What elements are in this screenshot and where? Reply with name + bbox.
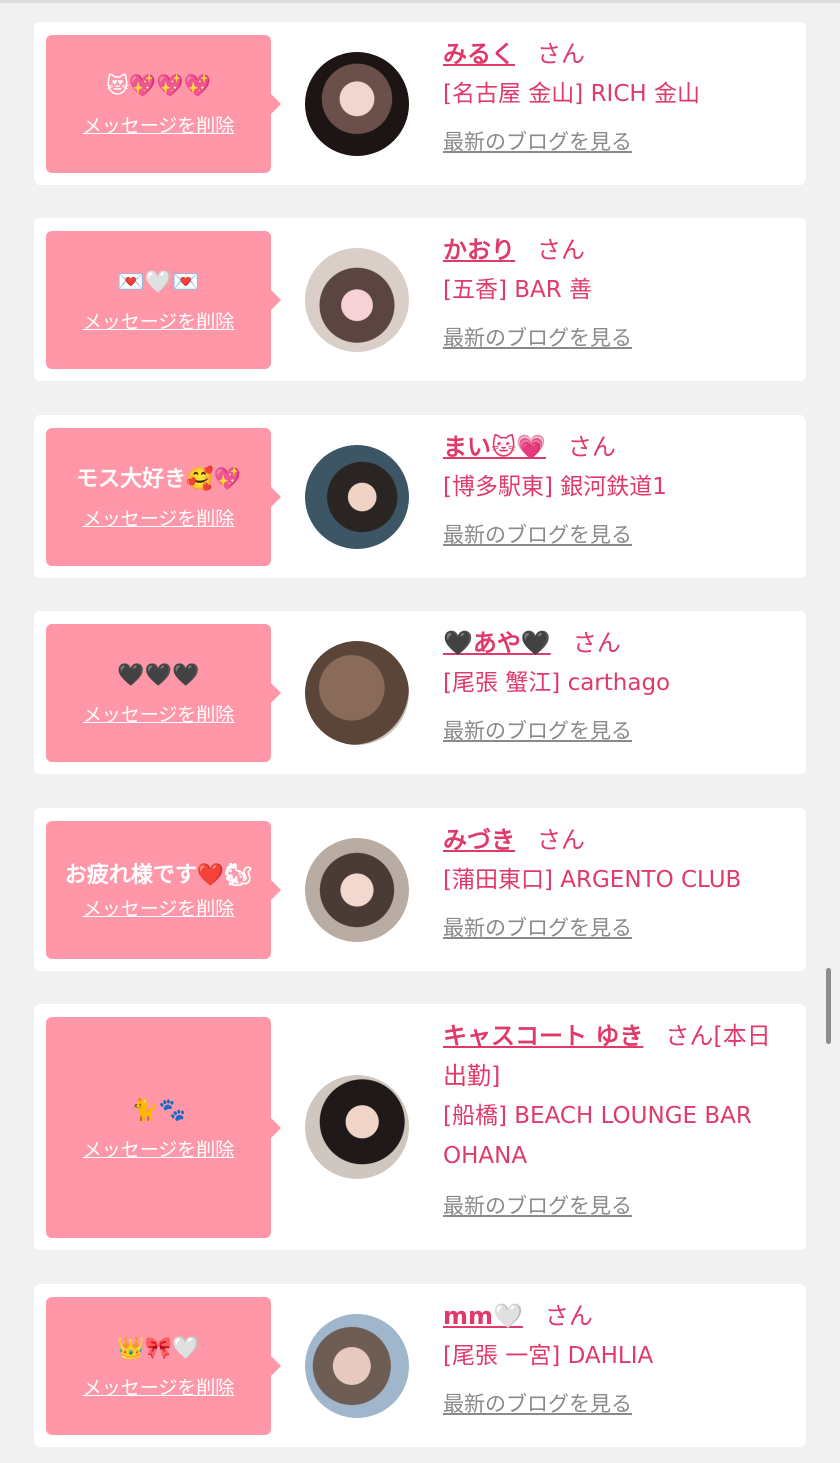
avatar[interactable] [305, 52, 409, 156]
profile-name-link[interactable]: まい🐱💗 [443, 433, 546, 461]
top-divider [0, 0, 840, 3]
message-bubble: 😻💖💖💖 メッセージを削除 [46, 35, 281, 173]
shop-label: [名古屋 金山] RICH 金山 [443, 81, 700, 107]
message-text: モス大好き🥰💖 [76, 467, 241, 492]
message-card: 🐈🐾 メッセージを削除 キャスコート ゆき さん[本日出勤] [船橋] BEACH… [34, 1004, 806, 1250]
profile-name-link[interactable]: みづき [443, 826, 515, 854]
profile-name-link[interactable]: キャスコート ゆき [443, 1022, 643, 1050]
shop-label: [博多駅東] 銀河鉄道1 [443, 474, 667, 500]
message-bubble: 💌🤍💌 メッセージを削除 [46, 231, 281, 369]
message-card: モス大好き🥰💖 メッセージを削除 まい🐱💗 さん [博多駅東] 銀河鉄道1 最新の… [34, 415, 806, 578]
honorific: さん [544, 1302, 593, 1330]
latest-blog-link[interactable]: 最新のブログを見る [443, 1388, 632, 1418]
latest-blog-link[interactable]: 最新のブログを見る [443, 126, 632, 156]
message-text: 🖤🖤🖤 [117, 663, 200, 688]
message-text: お疲れ様です❤️🐿 [64, 863, 253, 888]
latest-blog-link[interactable]: 最新のブログを見る [443, 1190, 632, 1220]
message-bubble: モス大好き🥰💖 メッセージを削除 [46, 428, 281, 566]
profile-info: 🖤あや🖤 さん [尾張 蟹江] carthago 最新のブログを見る [443, 623, 793, 745]
message-text: 💌🤍💌 [117, 270, 200, 295]
message-card: 😻💖💖💖 メッセージを削除 みるく さん [名古屋 金山] RICH 金山 最新の… [34, 22, 806, 185]
scrollbar[interactable] [826, 968, 831, 1044]
profile-info: まい🐱💗 さん [博多駅東] 銀河鉄道1 最新のブログを見る [443, 427, 793, 549]
message-text: 😻💖💖💖 [105, 74, 212, 99]
delete-message-link[interactable]: メッセージを削除 [83, 111, 235, 138]
shop-label: [船橋] BEACH LOUNGE BAR OHANA [443, 1103, 752, 1169]
message-card: お疲れ様です❤️🐿 メッセージを削除 みづき さん [蒲田東口] ARGENTO … [34, 808, 806, 971]
shop-label: [尾張 一宮] DAHLIA [443, 1343, 654, 1369]
shop-label: [蒲田東口] ARGENTO CLUB [443, 867, 742, 893]
honorific: さん [537, 236, 585, 264]
delete-message-link[interactable]: メッセージを削除 [83, 504, 235, 531]
message-bubble: お疲れ様です❤️🐿 メッセージを削除 [46, 821, 281, 959]
latest-blog-link[interactable]: 最新のブログを見る [443, 715, 632, 745]
latest-blog-link[interactable]: 最新のブログを見る [443, 519, 632, 549]
profile-name-link[interactable]: かおり [443, 236, 515, 264]
profile-name-link[interactable]: みるく [443, 40, 515, 68]
shop-label: [五香] BAR 善 [443, 277, 593, 303]
delete-message-link[interactable]: メッセージを削除 [83, 1373, 235, 1400]
profile-name-link[interactable]: mm🤍 [443, 1302, 523, 1330]
profile-info: キャスコート ゆき さん[本日出勤] [船橋] BEACH LOUNGE BAR … [443, 1016, 793, 1220]
message-bubble: 🐈🐾 メッセージを削除 [46, 1017, 281, 1238]
latest-blog-link[interactable]: 最新のブログを見る [443, 912, 632, 942]
avatar[interactable] [305, 1075, 409, 1179]
profile-name-link[interactable]: 🖤あや🖤 [443, 629, 551, 657]
delete-message-link[interactable]: メッセージを削除 [83, 894, 235, 921]
message-bubble: 🖤🖤🖤 メッセージを削除 [46, 624, 281, 762]
honorific: さん [572, 629, 621, 657]
honorific: さん [567, 433, 616, 461]
honorific: さん [537, 40, 585, 68]
avatar[interactable] [305, 445, 409, 549]
message-text: 👑🎀🤍 [117, 1336, 200, 1361]
latest-blog-link[interactable]: 最新のブログを見る [443, 322, 632, 352]
profile-info: mm🤍 さん [尾張 一宮] DAHLIA 最新のブログを見る [443, 1296, 793, 1418]
delete-message-link[interactable]: メッセージを削除 [83, 700, 235, 727]
message-card: 🖤🖤🖤 メッセージを削除 🖤あや🖤 さん [尾張 蟹江] carthago 最新の… [34, 611, 806, 774]
profile-info: みるく さん [名古屋 金山] RICH 金山 最新のブログを見る [443, 34, 793, 156]
avatar[interactable] [305, 838, 409, 942]
profile-info: かおり さん [五香] BAR 善 最新のブログを見る [443, 230, 793, 352]
message-text: 🐈🐾 [131, 1097, 186, 1123]
message-bubble: 👑🎀🤍 メッセージを削除 [46, 1297, 281, 1435]
honorific: さん [537, 826, 585, 854]
delete-message-link[interactable]: メッセージを削除 [83, 307, 235, 334]
shop-label: [尾張 蟹江] carthago [443, 670, 671, 696]
profile-info: みづき さん [蒲田東口] ARGENTO CLUB 最新のブログを見る [443, 820, 793, 942]
delete-message-link[interactable]: メッセージを削除 [83, 1135, 235, 1162]
message-card: 💌🤍💌 メッセージを削除 かおり さん [五香] BAR 善 最新のブログを見る [34, 218, 806, 381]
avatar[interactable] [305, 248, 409, 352]
message-card: 👑🎀🤍 メッセージを削除 mm🤍 さん [尾張 一宮] DAHLIA 最新のブログ… [34, 1284, 806, 1447]
avatar[interactable] [305, 641, 409, 745]
avatar[interactable] [305, 1314, 409, 1418]
